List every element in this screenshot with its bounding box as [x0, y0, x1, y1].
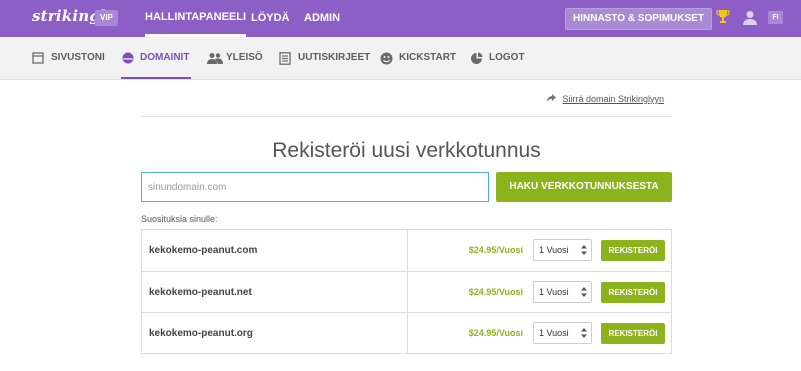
transfer-domain-link[interactable]: Siirrä domain Strikinglyyn — [547, 94, 664, 104]
domain-price: $24.95/Vuosi — [468, 245, 523, 255]
share-arrow-icon — [547, 94, 556, 102]
suggestions-table: kekokemo-peanut.com $24.95/Vuosi 1 Vuosi… — [141, 229, 672, 354]
select-arrows-icon — [581, 328, 587, 338]
subnav-label: UUTISKIRJEET — [298, 52, 371, 63]
subnav-label: LOGOT — [489, 52, 525, 63]
period-value: 1 Vuosi — [539, 328, 569, 338]
newsletter-icon — [279, 52, 291, 65]
subnav-label: SIVUSTONI — [51, 52, 105, 63]
logo-icon — [471, 52, 483, 64]
table-row: kekokemo-peanut.org $24.95/Vuosi 1 Vuosi… — [142, 312, 671, 353]
sub-navbar: SIVUSTONI www DOMAINIT YLEISÖ UUTISKIRJE… — [0, 37, 801, 80]
subnav-domains[interactable]: www DOMAINIT — [121, 37, 191, 79]
select-arrows-icon — [581, 287, 587, 297]
transfer-domain-text: Siirrä domain Strikinglyyn — [562, 94, 665, 104]
column-divider — [407, 230, 408, 271]
trophy-icon[interactable] — [716, 9, 730, 30]
domain-name: kekokemo-peanut.net — [149, 287, 252, 298]
search-domain-button[interactable]: HAKU VERKKOTUNNUKSESTA — [496, 172, 672, 202]
domain-name: kekokemo-peanut.com — [149, 245, 258, 256]
register-button[interactable]: REKISTERÖI — [601, 240, 665, 261]
domain-search-input[interactable] — [141, 172, 489, 202]
nav-dashboard[interactable]: HALLINTAPANEELI — [145, 0, 247, 37]
domain-name: kekokemo-peanut.org — [149, 328, 253, 339]
table-row: kekokemo-peanut.com $24.95/Vuosi 1 Vuosi… — [142, 230, 671, 271]
www-icon: www — [122, 52, 134, 64]
subnav-label: YLEISÖ — [226, 52, 263, 63]
nav-discover[interactable]: LÖYDÄ — [251, 0, 290, 37]
smile-icon — [380, 52, 393, 65]
column-divider — [407, 272, 408, 312]
suggestions-label: Suosituksia sinulle: — [141, 214, 218, 224]
people-icon — [207, 53, 223, 64]
page-title: Rekisteröi uusi verkkotunnus — [272, 139, 541, 162]
subnav-label: DOMAINIT — [140, 52, 190, 63]
period-value: 1 Vuosi — [539, 245, 569, 255]
select-arrows-icon — [581, 245, 587, 255]
period-select[interactable]: 1 Vuosi — [533, 281, 592, 303]
svg-text:www: www — [122, 56, 133, 61]
page-icon — [32, 52, 44, 64]
top-navbar: strikingly VIP HALLINTAPANEELI LÖYDÄ ADM… — [0, 0, 801, 37]
table-row: kekokemo-peanut.net $24.95/Vuosi 1 Vuosi… — [142, 271, 671, 312]
register-button[interactable]: REKISTERÖI — [601, 323, 665, 344]
register-button[interactable]: REKISTERÖI — [601, 282, 665, 303]
language-selector[interactable]: FI — [768, 11, 783, 24]
vip-badge: VIP — [95, 10, 118, 26]
period-select[interactable]: 1 Vuosi — [533, 239, 592, 261]
pricing-button[interactable]: HINNASTO & SOPIMUKSET — [565, 8, 712, 30]
column-divider — [407, 313, 408, 353]
period-value: 1 Vuosi — [539, 287, 569, 297]
user-icon[interactable] — [743, 10, 757, 30]
subnav-label: KICKSTART — [399, 52, 457, 63]
nav-admin[interactable]: ADMIN — [304, 0, 340, 37]
period-select[interactable]: 1 Vuosi — [533, 322, 592, 344]
divider — [141, 116, 672, 117]
domain-price: $24.95/Vuosi — [468, 328, 523, 338]
domain-price: $24.95/Vuosi — [468, 287, 523, 297]
